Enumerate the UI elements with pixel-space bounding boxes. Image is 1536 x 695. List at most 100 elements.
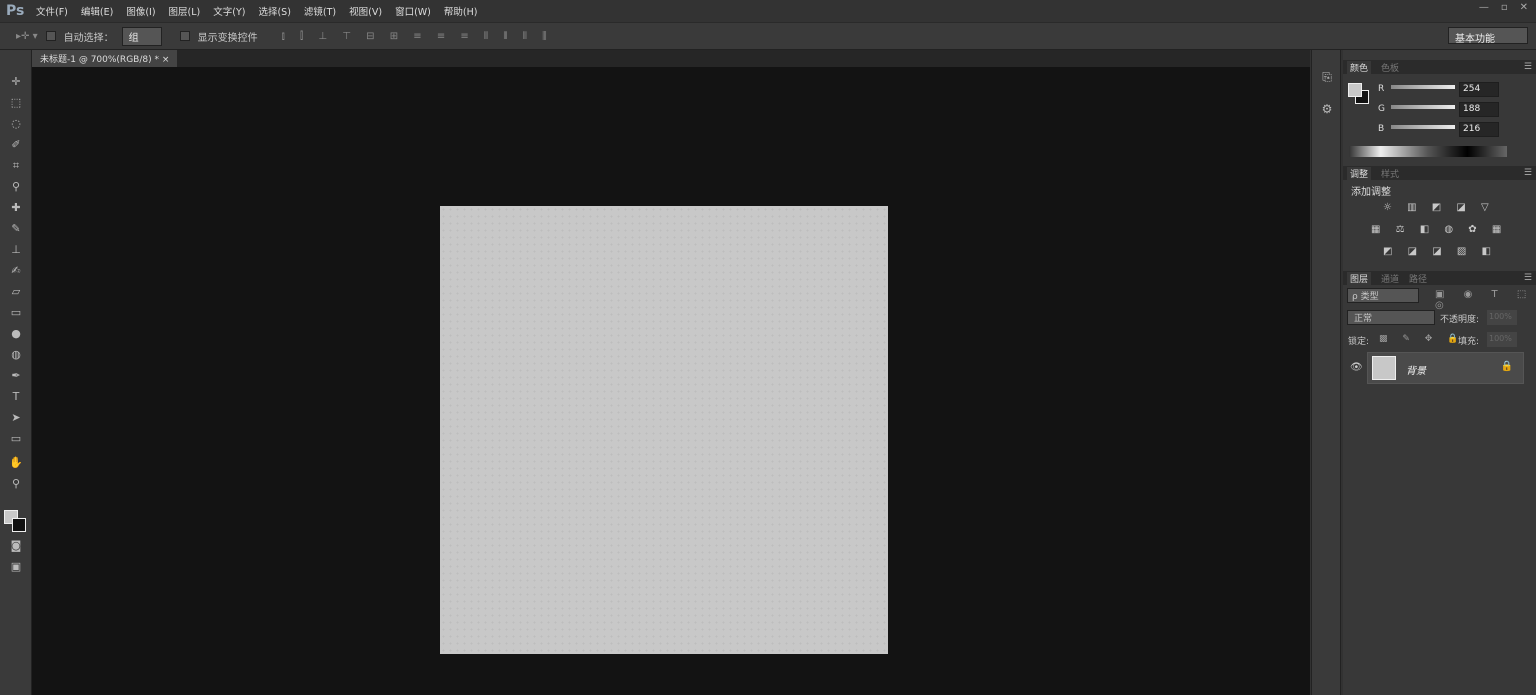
menu-select[interactable]: 选择(S): [258, 4, 290, 18]
auto-select-dropdown[interactable]: 组: [121, 26, 162, 46]
menu-image[interactable]: 图像(I): [126, 4, 155, 18]
menu-bar: Ps 文件(F) 编辑(E) 图像(I) 图层(L) 文字(Y) 选择(S) 滤…: [0, 0, 1536, 22]
b-value[interactable]: 216: [1459, 122, 1499, 137]
tab-adjustments[interactable]: 调整: [1347, 166, 1372, 180]
photoshop-logo: Ps: [6, 3, 25, 19]
layers-panel-header: 图层 通道 路径 ☰: [1343, 271, 1536, 285]
gradient-tool-icon[interactable]: ▭: [8, 305, 24, 321]
quick-select-tool-icon[interactable]: ✐: [8, 137, 24, 153]
crop-tool-icon[interactable]: ⌗: [8, 158, 24, 174]
menu-window[interactable]: 窗口(W): [395, 4, 431, 18]
document-canvas[interactable]: [440, 206, 888, 654]
menu-file[interactable]: 文件(F): [36, 4, 68, 18]
dodge-tool-icon[interactable]: ◍: [8, 347, 24, 363]
type-tool-icon[interactable]: T: [8, 389, 24, 405]
layer-name: 背景: [1406, 366, 1426, 377]
color-panel-header: 颜色 色板 ☰: [1343, 60, 1536, 74]
options-bar: ▸✛ ▾ 自动选择： 组 显示变换控件 ⫾ ⫿ ⊥ ⊤ ⊟ ⊞ ≡ ≡ ≡ ⫴ …: [0, 22, 1536, 50]
b-slider[interactable]: [1391, 125, 1455, 129]
opacity-label: 不透明度:: [1440, 315, 1480, 325]
panel-menu-icon[interactable]: ☰: [1524, 273, 1532, 283]
screen-mode-icon[interactable]: ▣: [8, 559, 24, 575]
foreground-swatch[interactable]: [1348, 83, 1362, 97]
show-transform-checkbox[interactable]: [179, 31, 190, 41]
tools-panel: ✛ ⬚ ◌ ✐ ⌗ ⚲ ✚ ✎ ⊥ ✍ ▱ ▭ ● ◍ ✒ T ➤ ▭ ✋ ⚲ …: [0, 50, 32, 695]
panel-menu-icon[interactable]: ☰: [1524, 168, 1532, 178]
show-transform-label: 显示变换控件: [197, 32, 258, 44]
auto-select-checkbox[interactable]: [45, 31, 56, 41]
lock-icons[interactable]: ▩ ✎ ✥ 🔒: [1379, 334, 1464, 344]
menu-type[interactable]: 文字(Y): [213, 4, 245, 18]
quick-mask-icon[interactable]: ◙: [8, 538, 24, 554]
b-label: B: [1378, 124, 1385, 134]
document-tabs: 未标题-1 @ 700%(RGB/8) * ×: [32, 50, 1310, 67]
canvas-area[interactable]: [32, 67, 1310, 695]
adjustment-icons-row2[interactable]: ▦ ⚖ ◧ ◍ ✿ ▦: [1371, 224, 1507, 235]
document-tab[interactable]: 未标题-1 @ 700%(RGB/8) * ×: [32, 50, 178, 67]
g-label: G: [1378, 104, 1385, 114]
r-slider[interactable]: [1391, 85, 1455, 89]
tab-layers[interactable]: 图层: [1347, 271, 1372, 285]
hand-tool-icon[interactable]: ✋: [8, 455, 24, 471]
visibility-eye-icon[interactable]: 👁: [1350, 362, 1363, 373]
layer-filter-dropdown[interactable]: ρ 类型: [1347, 288, 1419, 303]
menu-view[interactable]: 视图(V): [349, 4, 382, 18]
window-controls: — ▫ ✕: [1479, 2, 1528, 13]
document-title: 未标题-1 @ 700%(RGB/8) *: [40, 55, 159, 65]
right-panels: 颜色 色板 ☰ R 254 G 188 B 216 调整 样式 ☰ 添加调整 ☼…: [1343, 50, 1536, 695]
adjustments-panel-header: 调整 样式 ☰: [1343, 166, 1536, 180]
history-brush-icon[interactable]: ✍: [8, 263, 24, 279]
shape-tool-icon[interactable]: ▭: [8, 431, 24, 447]
opacity-input[interactable]: 100%: [1487, 310, 1517, 325]
menu-help[interactable]: 帮助(H): [444, 4, 478, 18]
fill-input[interactable]: 100%: [1487, 332, 1517, 347]
move-tool-icon[interactable]: ✛: [8, 74, 24, 90]
stamp-tool-icon[interactable]: ⊥: [8, 242, 24, 258]
blend-mode-dropdown[interactable]: 正常: [1347, 310, 1435, 325]
layer-row-background[interactable]: 背景 🔒: [1367, 352, 1524, 384]
layer-lock-icon: 🔒: [1500, 361, 1513, 372]
add-adjustment-title: 添加调整: [1351, 187, 1391, 198]
layer-filter-icons[interactable]: ▣ ◉ T ⬚ ◎: [1435, 289, 1536, 311]
align-distribute-icons[interactable]: ⫾ ⫿ ⊥ ⊤ ⊟ ⊞ ≡ ≡ ≡ ⫴ ⫴ ⫴ ⫼: [282, 31, 553, 42]
close-document-icon[interactable]: ×: [162, 55, 170, 65]
workspace-dropdown[interactable]: 基本功能: [1448, 27, 1528, 45]
r-value[interactable]: 254: [1459, 82, 1499, 97]
adjustment-icons-row3[interactable]: ◩ ◪ ◪ ▨ ◧: [1383, 246, 1497, 257]
color-ramp[interactable]: [1349, 146, 1507, 157]
history-panel-icon[interactable]: ⎘: [1317, 70, 1337, 90]
background-color-swatch[interactable]: [12, 518, 26, 532]
pen-tool-icon[interactable]: ✒: [8, 368, 24, 384]
path-select-icon[interactable]: ➤: [8, 410, 24, 426]
move-tool-preset[interactable]: ▸✛ ▾: [16, 31, 38, 42]
r-label: R: [1378, 84, 1385, 94]
fill-label: 填充:: [1458, 337, 1480, 347]
lasso-tool-icon[interactable]: ◌: [8, 116, 24, 132]
layer-thumbnail: [1372, 356, 1396, 380]
tab-swatches[interactable]: 色板: [1381, 61, 1399, 74]
menu-edit[interactable]: 编辑(E): [81, 4, 113, 18]
zoom-tool-icon[interactable]: ⚲: [8, 476, 24, 492]
brush-tool-icon[interactable]: ✎: [8, 221, 24, 237]
minimize-button[interactable]: —: [1479, 2, 1489, 13]
properties-panel-icon[interactable]: ⚙: [1317, 102, 1337, 122]
restore-button[interactable]: ▫: [1501, 2, 1508, 13]
tab-channels[interactable]: 通道: [1381, 272, 1399, 285]
tab-color[interactable]: 颜色: [1347, 60, 1372, 74]
menu-filter[interactable]: 滤镜(T): [304, 4, 336, 18]
eyedropper-tool-icon[interactable]: ⚲: [8, 179, 24, 195]
healing-brush-icon[interactable]: ✚: [8, 200, 24, 216]
close-button[interactable]: ✕: [1520, 2, 1528, 13]
menu-layer[interactable]: 图层(L): [169, 4, 201, 18]
marquee-tool-icon[interactable]: ⬚: [8, 95, 24, 111]
panel-menu-icon[interactable]: ☰: [1524, 62, 1532, 72]
blur-tool-icon[interactable]: ●: [8, 326, 24, 342]
eraser-tool-icon[interactable]: ▱: [8, 284, 24, 300]
tab-styles[interactable]: 样式: [1381, 167, 1399, 180]
auto-select-label: 自动选择：: [63, 32, 114, 44]
adjustment-icons-row1[interactable]: ☼ ▥ ◩ ◪ ▽: [1383, 202, 1495, 213]
g-value[interactable]: 188: [1459, 102, 1499, 117]
tab-paths[interactable]: 路径: [1409, 272, 1427, 285]
collapsed-panel-icons: ⎘ ⚙: [1311, 50, 1341, 695]
g-slider[interactable]: [1391, 105, 1455, 109]
